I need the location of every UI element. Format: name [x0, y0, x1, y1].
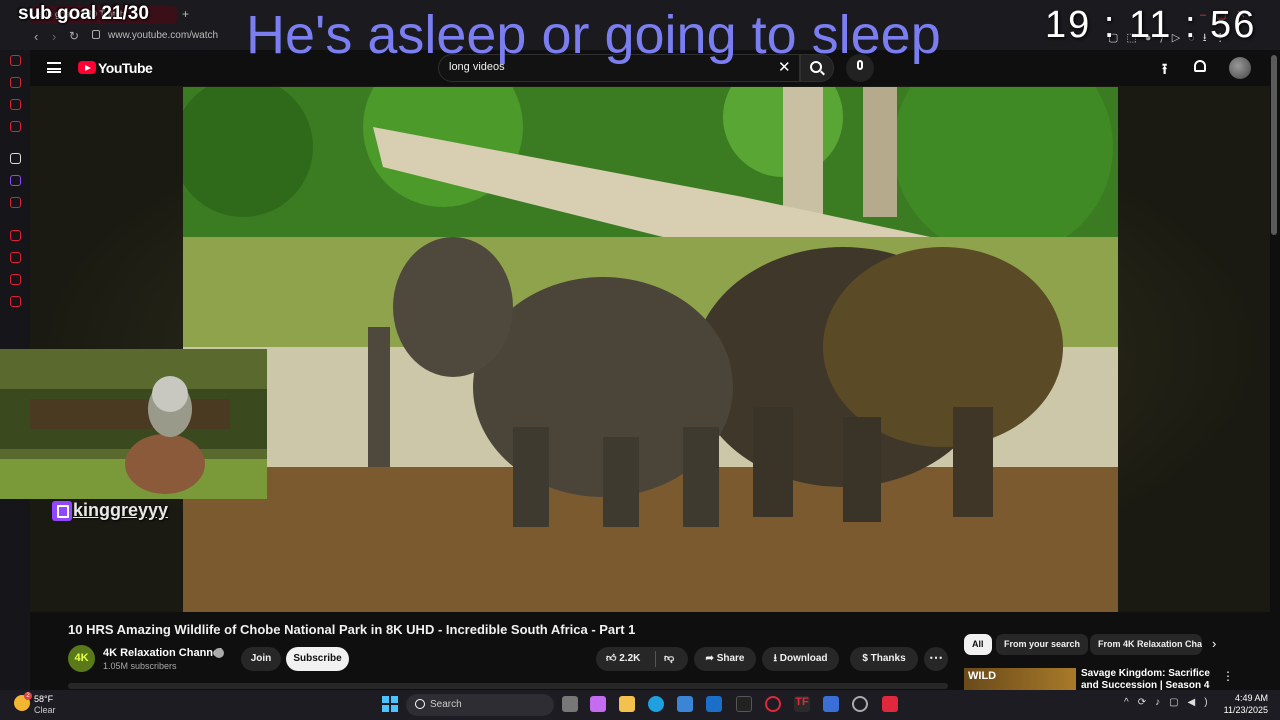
lock-icon — [92, 30, 100, 39]
thumbs-up-icon: 👍︎ — [606, 653, 620, 664]
weather-notification-badge: 2 — [24, 692, 32, 700]
twitch-icon — [52, 501, 72, 521]
upload-icon[interactable]: ⭱ — [1162, 59, 1167, 84]
taskbar-date[interactable]: 11/23/2025 — [1220, 705, 1268, 715]
elephants-scene — [183, 87, 1118, 612]
twitch-icon[interactable] — [10, 175, 21, 186]
weather-temperature[interactable]: 58°F — [34, 694, 53, 704]
streamer-name: kinggreyyy — [73, 500, 169, 520]
address-bar[interactable]: www.youtube.com/watch — [108, 30, 218, 41]
sidebar-icon-2[interactable] — [10, 77, 21, 88]
more-actions-button[interactable]: ⋯ — [924, 647, 948, 671]
clock-overlay: 19 : 11 : 56 — [1045, 4, 1257, 46]
sidebar-icon-8[interactable] — [10, 230, 21, 241]
chip-all[interactable]: All — [964, 634, 992, 655]
opera-icon[interactable] — [765, 696, 781, 712]
subscriber-count: 1.05M subscribers — [103, 661, 177, 671]
taskbar-search-label[interactable]: Search — [430, 699, 462, 710]
description-box[interactable] — [68, 683, 948, 689]
page-scrollbar[interactable] — [1271, 55, 1277, 235]
sidebar-icon-1[interactable] — [10, 55, 21, 66]
webcam-scene — [0, 349, 267, 499]
windows-start-icon[interactable] — [382, 696, 398, 712]
sidebar-icon-4[interactable] — [10, 121, 21, 132]
settings-icon[interactable] — [10, 296, 21, 307]
copilot-icon[interactable] — [590, 696, 606, 712]
edge-icon[interactable] — [648, 696, 664, 712]
chip-from-your-search[interactable]: From your search — [996, 634, 1089, 655]
outlook-icon[interactable] — [706, 696, 722, 712]
hamburger-menu-icon[interactable] — [47, 62, 61, 73]
search-icon — [415, 699, 425, 709]
related-video-menu-icon[interactable]: ⋮ — [1222, 669, 1234, 683]
share-icon: ➦ — [705, 653, 717, 664]
app-icon-blue[interactable] — [823, 696, 839, 712]
forward-icon[interactable]: › — [52, 29, 56, 44]
windows-taskbar — [0, 690, 1280, 720]
taskbar-time[interactable]: 4:49 AM — [1232, 693, 1268, 703]
task-view-icon[interactable] — [562, 696, 578, 712]
download-label: Download — [779, 653, 828, 664]
verified-badge-icon — [214, 648, 224, 658]
obs-icon[interactable] — [852, 696, 868, 712]
like-button[interactable]: 👍︎ 2.2K 👎︎ — [596, 647, 688, 671]
webcam-overlay — [0, 349, 267, 499]
clock-icon[interactable] — [10, 252, 21, 263]
thanks-icon: $ — [862, 653, 871, 664]
related-video-badge: WILD — [968, 670, 997, 682]
sidebar-icon-10[interactable] — [10, 274, 21, 285]
channel-name[interactable]: 4K Relaxation Channel — [103, 647, 222, 659]
sidebar-icon-3[interactable] — [10, 99, 21, 110]
youtube-logo-icon[interactable] — [78, 61, 96, 74]
sidebar-icon-5[interactable] — [10, 153, 21, 164]
download-button[interactable]: ⭳ Download — [762, 647, 839, 671]
tiktok-icon[interactable] — [882, 696, 898, 712]
channel-avatar[interactable]: 4K — [68, 645, 95, 672]
dislike-icon[interactable]: 👎︎ — [664, 647, 674, 671]
stream-title-overlay: He's asleep or going to sleep — [246, 5, 941, 65]
video-title: 10 HRS Amazing Wildlife of Chobe Nationa… — [68, 622, 636, 637]
notifications-bell-icon[interactable] — [1194, 60, 1206, 72]
related-video-title[interactable]: Savage Kingdom: Sacrifice and Succession… — [1081, 668, 1213, 690]
file-explorer-icon[interactable] — [619, 696, 635, 712]
new-tab-button[interactable]: + — [182, 7, 189, 21]
app-icon[interactable] — [736, 696, 752, 712]
tf-app-icon[interactable]: TF — [794, 696, 810, 712]
share-button[interactable]: ➦ Share — [694, 647, 756, 671]
system-tray-icons[interactable]: ^⟳♪▢◀) — [1124, 697, 1217, 708]
account-avatar[interactable] — [1229, 57, 1251, 79]
chip-from-channel[interactable]: From 4K Relaxation Channel — [1090, 634, 1202, 655]
sidebar-icon-7[interactable] — [10, 197, 21, 208]
taskbar-search-box[interactable] — [406, 694, 554, 716]
join-button[interactable]: Join — [241, 647, 281, 671]
back-icon[interactable]: ‹ — [34, 29, 38, 44]
youtube-logo-text[interactable]: YouTube — [98, 60, 153, 76]
like-divider — [655, 651, 656, 667]
thanks-label: Thanks — [870, 653, 906, 664]
chevron-right-icon[interactable]: › — [1212, 636, 1216, 651]
like-count: 2.2K — [619, 653, 641, 664]
reload-icon[interactable]: ↻ — [69, 29, 79, 43]
video-frame[interactable] — [183, 87, 1118, 612]
subscribe-button[interactable]: Subscribe — [286, 647, 349, 671]
store-icon[interactable] — [677, 696, 693, 712]
weather-condition[interactable]: Clear — [34, 705, 56, 715]
share-label: Share — [716, 653, 745, 664]
sub-goal-overlay: sub goal 21/30 — [18, 3, 149, 24]
thanks-button[interactable]: $ Thanks — [850, 647, 918, 671]
